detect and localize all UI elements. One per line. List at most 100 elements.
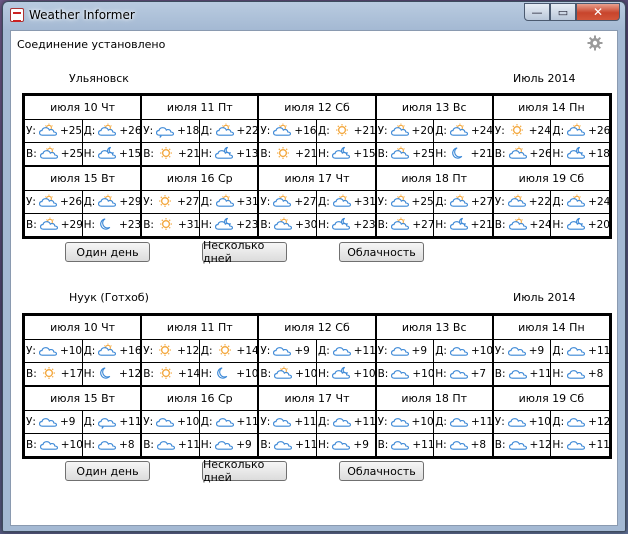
period-forecast: Д: +10 — [434, 340, 492, 363]
temperature: +10 — [177, 415, 200, 428]
sun-icon — [160, 218, 172, 231]
period-forecast: Д: +11 — [316, 340, 375, 363]
temperature: +25 — [60, 147, 83, 160]
period-label: Н: — [552, 367, 564, 380]
period-label: В: — [494, 147, 506, 160]
temperature: +24 — [470, 124, 492, 137]
temperature: +29 — [60, 218, 83, 231]
one-day-button[interactable]: Один день — [65, 461, 150, 481]
one-day-button[interactable]: Один день — [65, 242, 150, 262]
period-label: Д: — [317, 195, 330, 208]
gear-icon[interactable] — [587, 35, 603, 51]
several-days-button[interactable]: Несколько дней — [202, 239, 287, 265]
window-title: Weather Informer — [29, 8, 135, 22]
partly-cloudy-icon — [508, 146, 527, 159]
day-date: июля 10 Чт — [25, 96, 141, 120]
minimize-button[interactable]: — — [524, 3, 550, 21]
cloudiness-button[interactable]: Облачность — [339, 461, 424, 481]
period-forecast: В: +21 — [142, 142, 200, 165]
period-forecast: У: +12 — [142, 340, 200, 363]
several-days-button[interactable]: Несколько дней — [202, 458, 287, 484]
period-label: В: — [260, 438, 272, 451]
temperature: +8 — [587, 367, 604, 380]
period-forecast: В: +24 — [494, 213, 552, 236]
temperature: +23 — [236, 218, 258, 231]
forecast-grid: июля 10 Чт У: +10 Д: +16 В: +17 Н: +12 июля 11 Пт… — [22, 313, 612, 459]
temperature: +13 — [236, 147, 258, 160]
period-forecast: Н: +13 — [200, 143, 258, 166]
temperature: +21 — [177, 147, 200, 160]
moon-icon — [100, 218, 111, 230]
period-forecast: У: +27 — [259, 191, 317, 214]
cloud-icon — [508, 370, 527, 379]
period-label: Н: — [83, 367, 96, 380]
day-date: июля 16 Ср — [142, 387, 258, 411]
temperature: +12 — [588, 415, 609, 428]
temperature: +11 — [470, 415, 492, 428]
day-forecast: июля 17 Чт У: +27 Д: +31 В: +30 Н: +23 — [258, 166, 376, 237]
day-date: июля 14 Пн — [493, 316, 609, 340]
title-bar[interactable]: Weather Informer — ▭ ✕ — [3, 2, 625, 30]
period-forecast: Д: +26 — [82, 120, 141, 143]
cloud-icon — [273, 418, 292, 427]
period-label: У: — [143, 195, 154, 208]
period-label: Д: — [83, 195, 96, 208]
period-forecast: Н: +23 — [317, 214, 375, 237]
day-date: июля 18 Пт — [376, 387, 492, 411]
temperature: +26 — [588, 124, 609, 137]
temperature: +10 — [60, 438, 83, 451]
period-label: Д: — [552, 415, 565, 428]
night-cloud-icon — [332, 218, 351, 230]
cloud-icon — [391, 370, 410, 379]
period-label: Д: — [435, 415, 447, 428]
cloud-icon — [156, 418, 175, 427]
cloud-icon — [38, 347, 57, 356]
rain-cloud-icon — [98, 418, 117, 430]
close-button[interactable]: ✕ — [576, 3, 620, 21]
period-label: В: — [260, 218, 272, 231]
period-label: Н: — [435, 218, 447, 231]
period-forecast: У: +11 — [259, 411, 317, 434]
period-forecast: В: +30 — [259, 213, 317, 236]
period-label: У: — [26, 415, 36, 428]
period-forecast: В: +25 — [25, 142, 83, 165]
partly-cloudy-icon — [449, 194, 468, 207]
day-forecast: июля 16 Ср У: +27 Д: +31 В: +31 Н: +23 — [141, 166, 259, 237]
period-label: В: — [26, 147, 37, 160]
period-label: В: — [26, 367, 37, 380]
rain-cloud-icon — [156, 127, 175, 139]
day-forecast: июля 15 Вт У: +26 Д: +29 В: +29 Н: +23 — [24, 166, 142, 237]
temperature: +11 — [587, 438, 609, 451]
temperature: +9 — [236, 438, 252, 451]
cloud-icon — [507, 418, 526, 427]
temperature: +17 — [60, 367, 83, 380]
temperature: +31 — [353, 195, 375, 208]
day-date: июля 17 Чт — [259, 387, 375, 411]
partly-cloudy-icon — [38, 123, 57, 136]
period-forecast: У: +9 — [25, 411, 83, 434]
day-date: июля 10 Чт — [25, 316, 141, 340]
day-date: июля 12 Сб — [259, 96, 375, 120]
temperature: +24 — [588, 195, 609, 208]
period-forecast: В: +29 — [25, 213, 83, 236]
cloud-icon — [566, 370, 585, 379]
period-label: Д: — [83, 415, 96, 428]
sun-icon — [160, 367, 172, 380]
period-forecast: Д: +14 — [199, 340, 258, 363]
night-cloud-icon — [449, 218, 468, 230]
period-forecast: Д: +11 — [434, 411, 492, 434]
temperature: +8 — [470, 438, 487, 451]
day-forecast: июля 11 Пт У: +18 Д: +22 В: +21 Н: +13 — [141, 95, 259, 166]
period-forecast: Н: +10 — [200, 363, 257, 386]
day-forecast: июля 14 Пн У: +24 Д: +26 В: +26 Н: +18 — [492, 95, 610, 166]
partly-cloudy-icon — [274, 366, 293, 379]
temperature: +11 — [353, 344, 375, 357]
partly-cloudy-icon — [507, 194, 526, 207]
period-forecast: У: +26 — [25, 191, 83, 214]
period-forecast: В: +21 — [259, 142, 317, 165]
period-forecast: Д: +31 — [199, 191, 258, 214]
maximize-button[interactable]: ▭ — [550, 3, 576, 21]
cloudiness-button[interactable]: Облачность — [339, 242, 424, 262]
day-forecast: июля 10 Чт У: +10 Д: +16 В: +17 Н: +12 — [24, 315, 142, 386]
partly-cloudy-icon — [567, 194, 586, 207]
